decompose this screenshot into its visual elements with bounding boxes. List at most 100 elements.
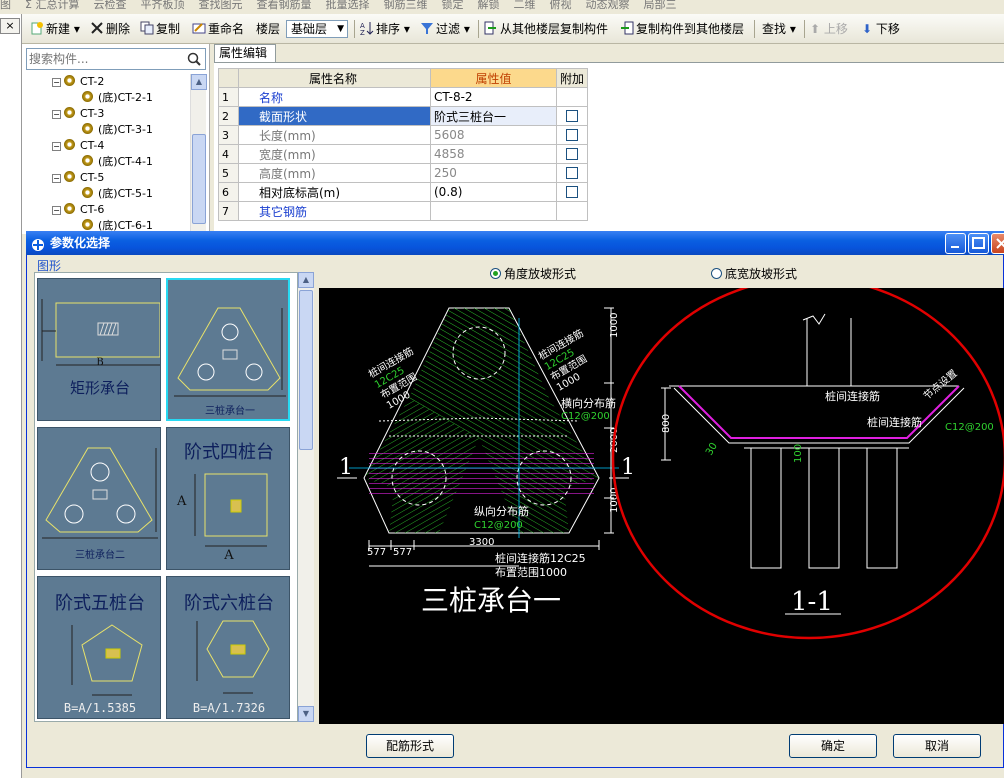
collapse-icon[interactable]: − [52,110,61,119]
floor-select[interactable]: 基础层 ▼ [286,20,348,38]
table-row[interactable]: 7 其它钢筋 [218,201,589,221]
table-row[interactable]: 6 相对底标高(m) (0.8) [218,182,589,202]
sort-button[interactable]: A Z 排序 ▾ [360,20,410,38]
tree-node[interactable]: (底)CT-2-1 [82,90,153,106]
menubar-item[interactable]: 动态观察 [585,0,629,11]
scroll-up-arrow[interactable]: ▲ [298,272,314,288]
move-down-button[interactable]: ⬇ 下移 [862,20,900,38]
collapse-icon[interactable]: − [52,206,61,215]
row-index: 4 [218,144,239,164]
property-value[interactable] [430,201,557,221]
menubar-item[interactable]: 平齐板顶 [140,0,184,11]
menubar-item[interactable]: 局部三 [643,0,676,11]
property-value[interactable]: (0.8) [430,182,557,202]
tree-node[interactable]: (底)CT-5-1 [82,186,153,202]
tree-node-label: CT-5 [80,171,105,184]
tree-scroll-thumb[interactable] [192,134,206,224]
thumb-dim-a-bottom: A [224,548,234,563]
cancel-button[interactable]: 取消 [893,734,981,758]
move-up-button[interactable]: ⬆ 上移 [810,20,848,38]
delete-button[interactable]: 删除 [90,20,130,38]
shape-thumb-step-five[interactable]: 阶式五桩台 B=A/1.5385 [37,576,161,719]
property-value[interactable]: 阶式三桩台一 [430,106,557,126]
table-row[interactable]: 1 名称 CT-8-2 [218,87,589,107]
copy-to-floor-button[interactable]: 复制构件到其他楼层 [620,20,744,38]
collapse-icon[interactable]: − [52,142,61,151]
table-row[interactable]: 5 高度(mm) 250 [218,163,589,183]
menubar-item[interactable]: Σ 汇总计算 [25,0,79,11]
property-value[interactable]: 5608 [430,125,557,145]
row-index: 7 [218,201,239,221]
tree-node[interactable]: − CT-3 [52,106,104,122]
menubar-item[interactable]: 批量选择 [325,0,369,11]
collapse-icon[interactable]: − [52,78,61,87]
radio-checked-icon [490,268,501,279]
scroll-down-arrow[interactable]: ▼ [298,706,314,722]
menubar-item[interactable]: 图 [0,0,11,11]
property-table-header: 属性名称 属性值 附加 [218,68,589,88]
tree-node[interactable]: − CT-6 [52,202,104,218]
rebar-form-button[interactable]: 配筋形式 [366,734,454,758]
property-value[interactable]: 250 [430,163,557,183]
property-value[interactable]: CT-8-2 [430,87,557,107]
table-row[interactable]: 4 宽度(mm) 4858 [218,144,589,164]
collapse-icon[interactable]: − [52,174,61,183]
table-row[interactable]: 2 截面形状 阶式三桩台一 [218,106,589,126]
minimize-button[interactable] [945,233,966,254]
rename-button[interactable]: 重命名 [192,20,244,38]
property-extra [555,106,589,126]
shape-thumb-rect[interactable]: B 矩形承台 [37,278,161,421]
link-bottom-label: 桩间连接筋12C25 [495,551,586,565]
menubar-item[interactable]: 二维 [513,0,535,11]
close-button[interactable] [991,233,1004,254]
extra-checkbox[interactable] [566,148,578,160]
shape-thumb-step-six[interactable]: 阶式六桩台 B=A/1.7326 [166,576,290,719]
new-button[interactable]: 新建 ▾ [30,20,80,38]
rename-icon [192,21,206,35]
menubar-item[interactable]: 俯视 [549,0,571,11]
close-panel-button[interactable]: × [0,18,20,34]
shape-thumb-step-four[interactable]: 阶式四桩台 A A [166,427,290,570]
extra-checkbox[interactable] [566,167,578,179]
scroll-up-arrow[interactable]: ▲ [191,74,207,90]
dialog-titlebar[interactable]: 参数化选择 [26,231,1004,255]
property-name: 其它钢筋 [238,201,431,221]
tree-node[interactable]: − CT-2 [52,74,104,90]
filter-icon [420,21,434,35]
search-icon[interactable] [186,51,202,67]
copy-from-floor-button[interactable]: 从其他楼层复制构件 [484,20,608,38]
delete-label: 删除 [106,22,131,36]
property-value[interactable]: 4858 [430,144,557,164]
tree-node-label: CT-6 [80,203,105,216]
thumbnail-scrollbar[interactable]: ▲ ▼ [298,272,314,722]
tree-scrollbar[interactable]: ▲ [190,74,207,234]
tree-node[interactable]: (底)CT-3-1 [82,122,153,138]
menubar-item[interactable]: 解锁 [477,0,499,11]
menubar-item[interactable]: 查找图元 [198,0,242,11]
radio-width-slope[interactable]: 底宽放坡形式 [711,267,797,281]
shape-thumb-three-pile-2[interactable]: 三桩承台二 [37,427,161,570]
component-gear-icon [82,91,93,102]
menubar-item[interactable]: 云检查 [93,0,126,11]
tree-node[interactable]: − CT-4 [52,138,104,154]
radio-angle-slope[interactable]: 角度放坡形式 [490,267,576,281]
filter-button[interactable]: 过滤 ▾ [420,20,470,38]
search-input[interactable] [29,50,179,68]
menubar-item[interactable]: 锁定 [441,0,463,11]
extra-checkbox[interactable] [566,129,578,141]
find-button[interactable]: 查找 ▾ [762,20,796,38]
menubar-item[interactable]: 查看钢筋量 [256,0,311,11]
tree-node[interactable]: (底)CT-4-1 [82,154,153,170]
menubar-item[interactable]: 钢筋三维 [383,0,427,11]
maximize-button[interactable] [968,233,989,254]
tree-node[interactable]: − CT-5 [52,170,104,186]
thumbnail-scroll-thumb[interactable] [299,290,313,450]
table-row[interactable]: 3 长度(mm) 5608 [218,125,589,145]
extra-checkbox[interactable] [566,186,578,198]
tab-property-edit[interactable]: 属性编辑 [214,44,276,62]
tree-node-label: CT-4 [80,139,105,152]
ok-button[interactable]: 确定 [789,734,877,758]
copy-button[interactable]: 复制 [140,20,180,38]
shape-thumb-three-pile-1[interactable]: 三桩承台一 [166,278,290,421]
extra-checkbox[interactable] [566,110,578,122]
